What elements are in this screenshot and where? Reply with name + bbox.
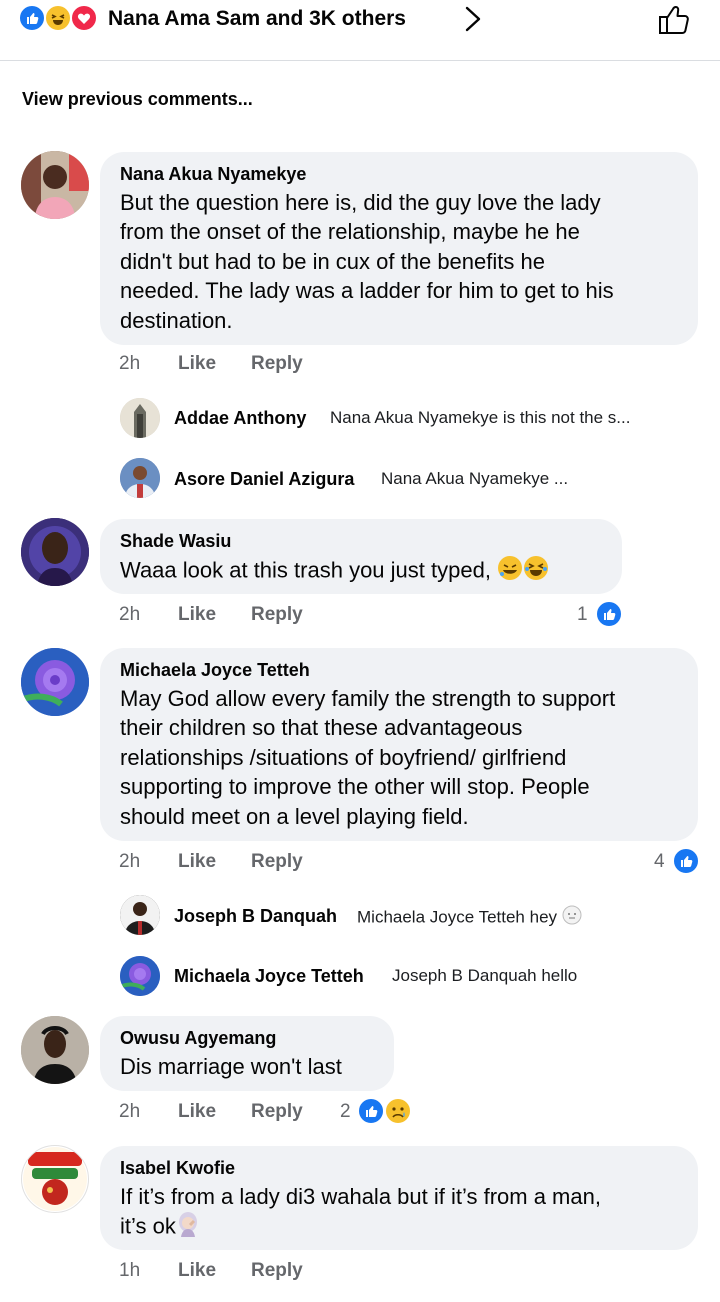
reply-snippet: Nana Akua Nyamekye is this not the s... <box>330 408 631 427</box>
reply-button[interactable]: Reply <box>251 850 303 874</box>
comment-author[interactable]: Michaela Joyce Tetteh <box>120 658 678 682</box>
comment-author[interactable]: Nana Akua Nyamekye <box>120 162 678 186</box>
reply-item[interactable]: Addae Anthony Nana Akua Nyamekye is this… <box>174 406 694 450</box>
reply-snippet: Michaela Joyce Tetteh hey <box>357 905 582 931</box>
reply-author[interactable]: Michaela Joyce Tetteh <box>174 964 364 988</box>
reaction-count[interactable]: 2 <box>340 1100 351 1124</box>
reply-snippet: Joseph B Danquah hello <box>392 966 578 985</box>
love-reaction-icon <box>70 4 98 32</box>
comment-bubble: Michaela Joyce Tetteh May God allow ever… <box>100 648 698 841</box>
avatar-logo-text: Bella Shito <box>22 1146 23 1147</box>
reply-button[interactable]: Reply <box>251 1100 303 1124</box>
reply-author[interactable]: Asore Daniel Azigura <box>174 467 354 491</box>
reply-item[interactable]: Joseph B Danquah Michaela Joyce Tetteh h… <box>174 904 694 948</box>
comment-meta: 2h Like Reply <box>119 850 419 876</box>
haha-reaction-icon <box>44 4 72 32</box>
reply-item[interactable]: Michaela Joyce Tetteh Joseph B Danquah h… <box>174 964 694 1008</box>
reply-author[interactable]: Addae Anthony <box>174 406 306 430</box>
like-button[interactable]: Like <box>178 1100 216 1124</box>
chevron-right-icon[interactable] <box>462 4 484 34</box>
comment-time: 2h <box>119 851 141 872</box>
sad-reaction-icon[interactable] <box>384 1097 412 1125</box>
like-reaction-icon[interactable] <box>357 1097 385 1125</box>
reaction-count[interactable]: 1 <box>577 603 588 627</box>
reaction-count[interactable]: 4 <box>654 850 665 874</box>
like-button[interactable]: Like <box>178 850 216 874</box>
like-reaction-icon[interactable] <box>595 600 623 628</box>
neutral-face-emoji-icon <box>562 905 582 931</box>
comment-text: If it’s from a lady di3 wahala but if it… <box>120 1182 678 1245</box>
avatar[interactable] <box>120 895 160 935</box>
reply-item[interactable]: Asore Daniel Azigura Nana Akua Nyamekye … <box>174 467 694 511</box>
comment-text: But the question here is, did the guy lo… <box>120 190 614 333</box>
comment-time: 2h <box>119 1101 141 1122</box>
comment-text: Waaa look at this trash you just typed, <box>120 555 602 588</box>
avatar[interactable] <box>21 1016 89 1084</box>
comment-time: 2h <box>119 604 141 625</box>
avatar[interactable] <box>21 518 89 586</box>
comment-bubble: Owusu Agyemang Dis marriage won't last <box>100 1016 394 1091</box>
comment-time: 2h <box>119 353 141 374</box>
laughing-emoji-icon <box>523 555 549 588</box>
avatar[interactable] <box>120 398 160 438</box>
like-button[interactable]: Like <box>178 352 216 376</box>
comment-bubble: Isabel Kwofie If it’s from a lady di3 wa… <box>100 1146 698 1250</box>
avatar[interactable] <box>21 151 89 219</box>
comment-text: May God allow every family the strength … <box>120 686 616 829</box>
comment-meta: 1h Like Reply <box>119 1259 419 1285</box>
comment-text: Dis marriage won't last <box>120 1054 342 1079</box>
like-button[interactable]: Like <box>178 603 216 627</box>
view-previous-comments-link[interactable]: View previous comments... <box>22 87 253 111</box>
avatar[interactable] <box>21 648 89 716</box>
reply-snippet: Nana Akua Nyamekye ... <box>381 469 569 488</box>
comment-meta: 2h Like Reply <box>119 352 419 378</box>
rolling-laughing-emoji-icon <box>497 555 523 588</box>
comment-bubble: Nana Akua Nyamekye But the question here… <box>100 152 698 345</box>
reply-button[interactable]: Reply <box>251 603 303 627</box>
reply-author[interactable]: Joseph B Danquah <box>174 904 337 928</box>
comment-author[interactable]: Shade Wasiu <box>120 529 602 553</box>
facepalm-emoji-icon <box>176 1211 200 1244</box>
like-button[interactable]: Like <box>178 1259 216 1283</box>
comment-bubble: Shade Wasiu Waaa look at this trash you … <box>100 519 622 594</box>
comment-author[interactable]: Isabel Kwofie <box>120 1156 678 1180</box>
avatar[interactable] <box>120 956 160 996</box>
reply-button[interactable]: Reply <box>251 352 303 376</box>
reactions-summary-bar[interactable]: Nana Ama Sam and 3K others <box>0 0 720 61</box>
thumbs-up-icon[interactable] <box>654 0 694 40</box>
like-reaction-icon <box>18 4 46 32</box>
comment-time: 1h <box>119 1260 141 1281</box>
like-reaction-icon[interactable] <box>672 847 700 875</box>
reactions-label[interactable]: Nana Ama Sam and 3K others <box>108 5 406 33</box>
comment-meta: 2h Like Reply <box>119 603 419 629</box>
avatar[interactable]: Bella Shito <box>21 1145 89 1213</box>
reply-button[interactable]: Reply <box>251 1259 303 1283</box>
reaction-icons <box>18 4 104 34</box>
avatar[interactable] <box>120 458 160 498</box>
comment-author[interactable]: Owusu Agyemang <box>120 1026 374 1050</box>
